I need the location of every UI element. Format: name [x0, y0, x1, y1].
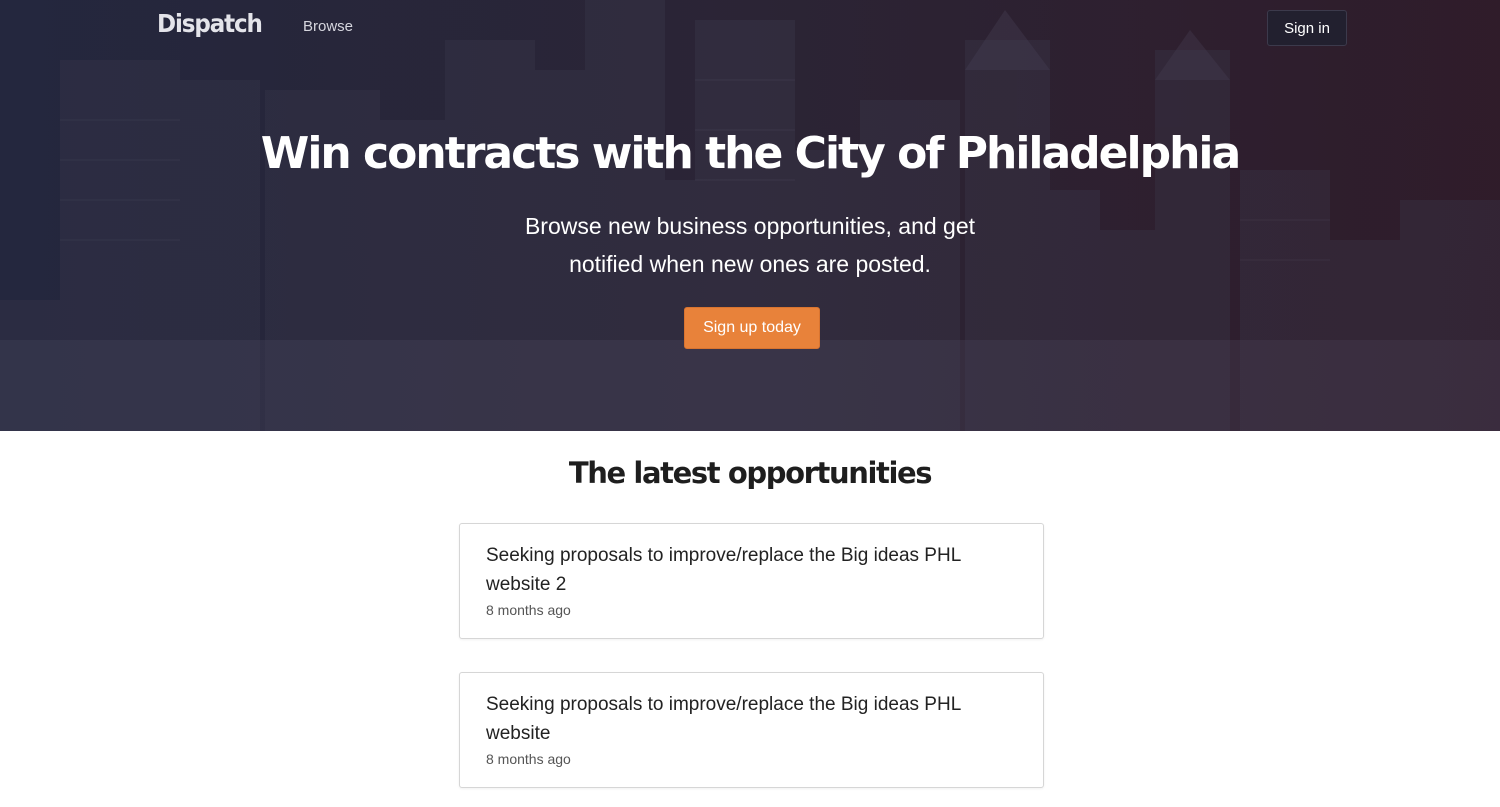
opportunity-title[interactable]: Seeking proposals to improve/replace the…	[486, 690, 1016, 748]
sign-up-button[interactable]: Sign up today	[684, 307, 820, 349]
hero-banner: Dispatch Browse Sign in Win contracts wi…	[0, 0, 1500, 431]
hero-title: Win contracts with the City of Philadelp…	[260, 128, 1241, 179]
nav-browse-link[interactable]: Browse	[303, 18, 353, 35]
hero-subtitle: Browse new business opportunities, and g…	[524, 213, 976, 277]
opportunity-timestamp: 8 months ago	[486, 602, 571, 618]
latest-opportunities-heading: The latest opportunities	[568, 456, 933, 490]
sign-in-button[interactable]: Sign in	[1267, 10, 1347, 46]
top-navbar: Dispatch Browse Sign in	[0, 0, 1500, 56]
opportunity-card[interactable]: Seeking proposals to improve/replace the…	[459, 672, 1044, 788]
brand-logo[interactable]: Dispatch	[157, 9, 263, 38]
opportunity-title[interactable]: Seeking proposals to improve/replace the…	[486, 541, 1016, 599]
opportunity-card[interactable]: Seeking proposals to improve/replace the…	[459, 523, 1044, 639]
opportunity-timestamp: 8 months ago	[486, 751, 571, 767]
